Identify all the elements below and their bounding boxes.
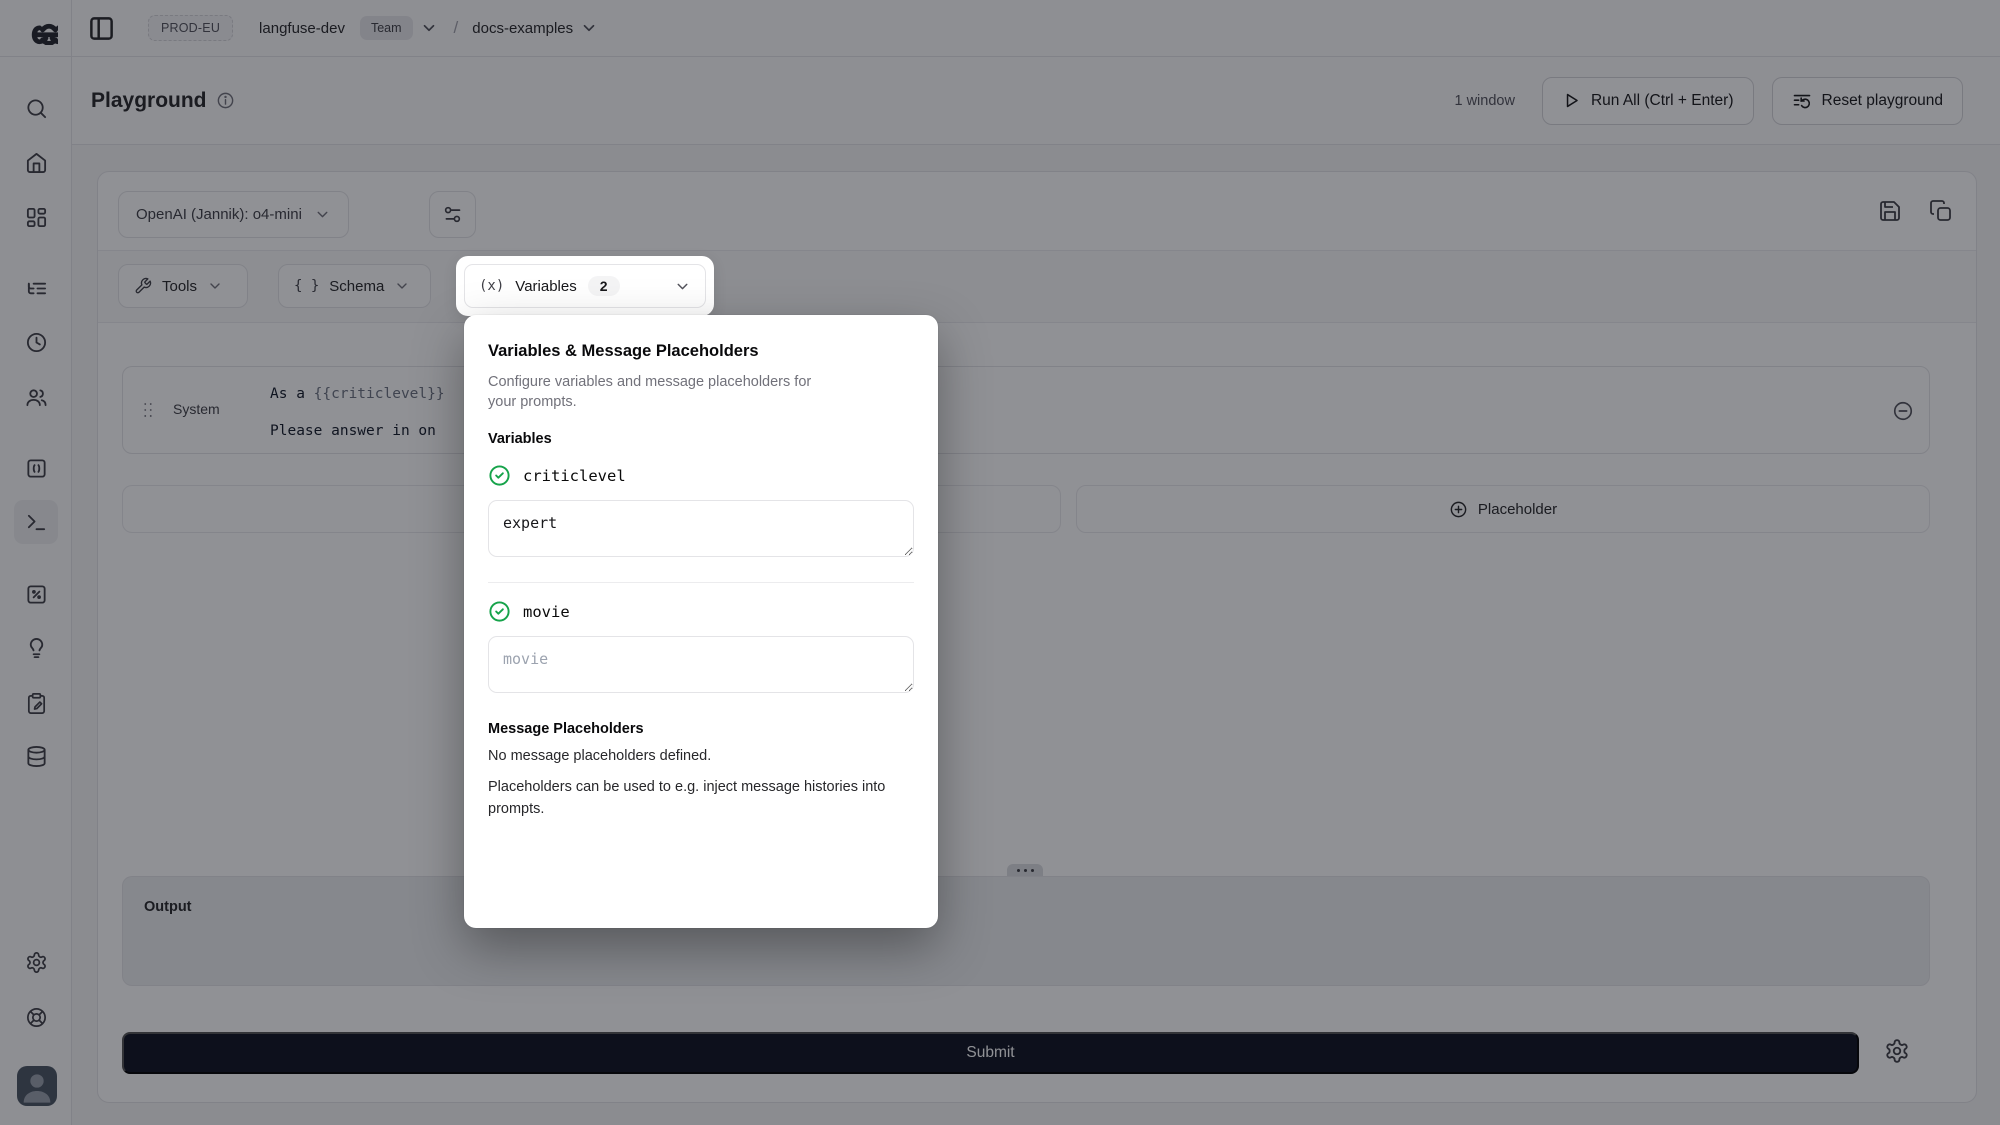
variable-name: criticlevel: [523, 467, 626, 485]
variables-popover: Variables & Message Placeholders Configu…: [464, 315, 938, 928]
popover-description: Configure variables and message placehol…: [488, 372, 840, 412]
placeholders-help-text: Placeholders can be used to e.g. inject …: [488, 777, 890, 821]
variable-value-input[interactable]: [488, 636, 914, 693]
app-root: PROD-EU langfuse-dev Team / docs-example…: [0, 0, 2000, 1125]
variables-dropdown-button[interactable]: (x) Variables 2: [464, 264, 706, 308]
variables-label: Variables: [515, 278, 576, 295]
chevron-down-icon: [674, 278, 691, 295]
variable-value-input[interactable]: expert: [488, 500, 914, 557]
check-circle-icon: [488, 600, 511, 623]
placeholders-empty-text: No message placeholders defined.: [488, 748, 914, 764]
variable-block: criticlevel expert: [488, 464, 914, 561]
placeholders-heading: Message Placeholders: [488, 721, 914, 737]
variables-icon: (x): [479, 278, 504, 294]
variable-block: movie: [488, 600, 914, 697]
dim-overlay[interactable]: [0, 0, 2000, 1125]
variable-name: movie: [523, 603, 570, 621]
variables-heading: Variables: [488, 431, 914, 447]
variables-count-badge: 2: [588, 276, 620, 296]
check-circle-icon: [488, 464, 511, 487]
popover-title: Variables & Message Placeholders: [488, 342, 914, 361]
variables-button-anchor: (x) Variables 2: [456, 256, 714, 316]
divider: [488, 582, 914, 583]
